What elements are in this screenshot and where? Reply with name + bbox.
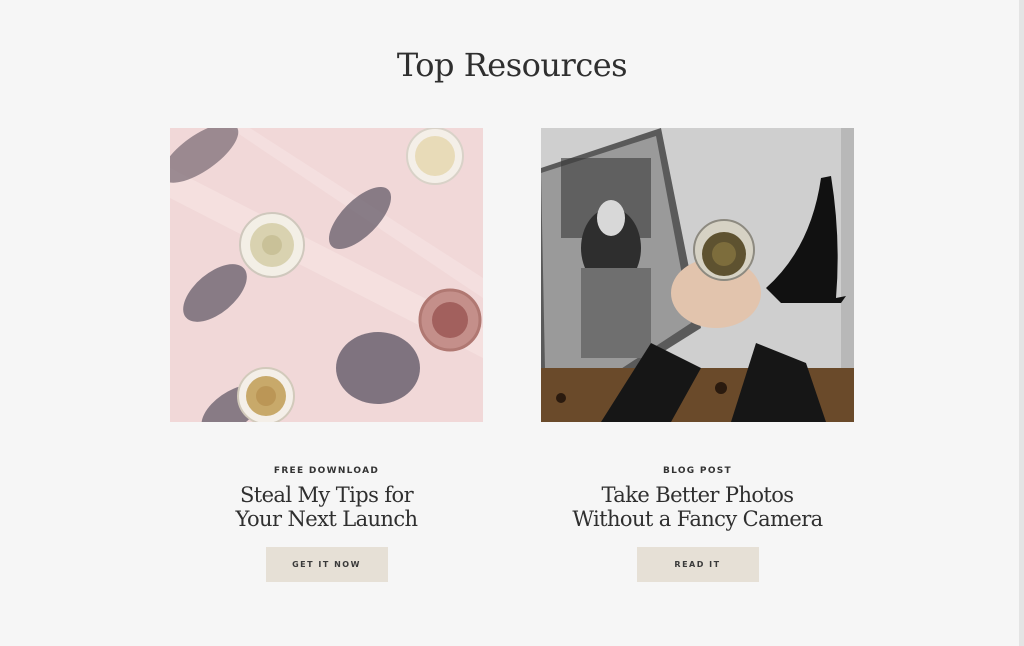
- resource-card-photos: BLOG POST Take Better Photos Without a F…: [541, 128, 854, 582]
- card-title-line: Take Better Photos: [601, 483, 795, 507]
- card-title-line: Without a Fancy Camera: [572, 507, 823, 531]
- card-eyebrow: BLOG POST: [662, 466, 732, 476]
- read-it-button[interactable]: READ IT: [636, 547, 759, 582]
- card-title-line: Steal My Tips for: [239, 483, 414, 507]
- page-edge: [1019, 0, 1024, 646]
- section-title: Top Resources: [396, 46, 628, 84]
- resource-card-tips: FREE DOWNLOAD Steal My Tips for Your Nex…: [170, 128, 483, 582]
- champagne-glasses-image[interactable]: [170, 128, 483, 422]
- card-title-line: Your Next Launch: [235, 507, 418, 531]
- get-it-now-button[interactable]: GET IT NOW: [265, 547, 388, 582]
- card-title[interactable]: Steal My Tips for Your Next Launch: [170, 483, 483, 531]
- card-eyebrow: FREE DOWNLOAD: [273, 466, 380, 476]
- magazine-and-glass-image[interactable]: [541, 128, 854, 422]
- card-title[interactable]: Take Better Photos Without a Fancy Camer…: [541, 483, 854, 531]
